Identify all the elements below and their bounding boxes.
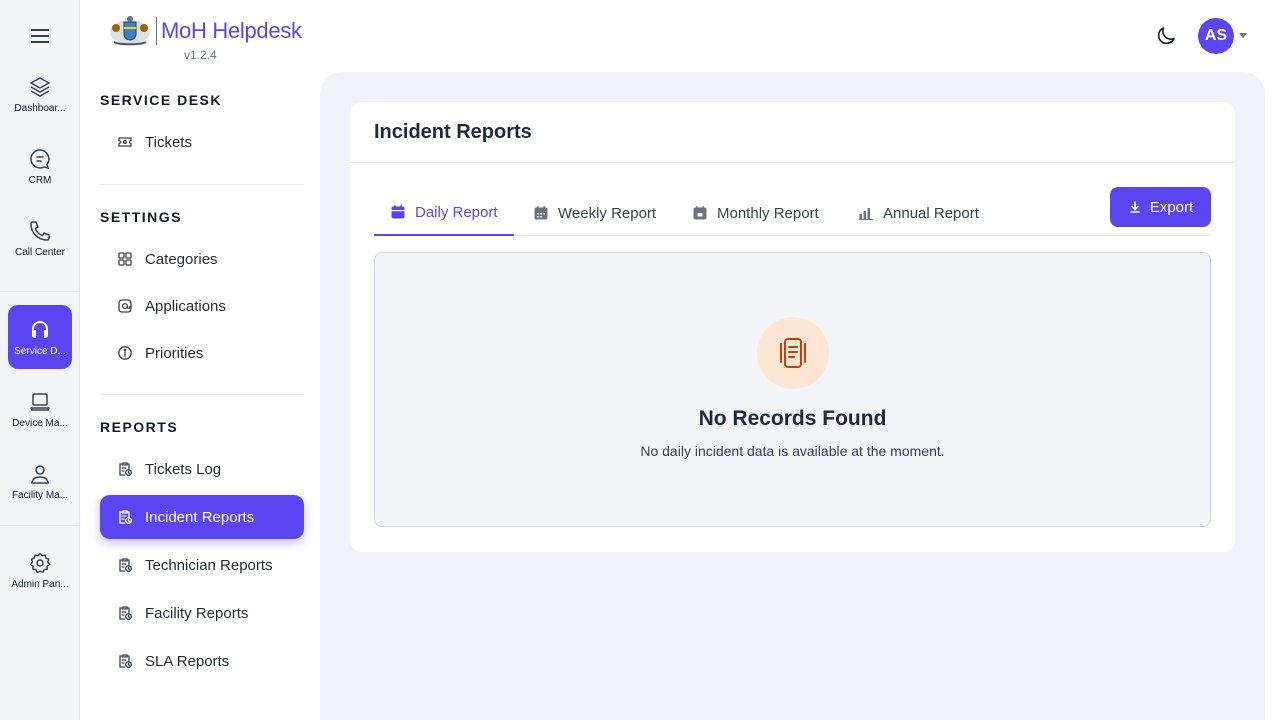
sidebar-item-categories[interactable]: Categories bbox=[100, 237, 304, 281]
sidebar-item-label: Tickets bbox=[145, 133, 192, 151]
icon-rail: Dashboar... CRM Call Center Service D...… bbox=[0, 0, 80, 720]
rail-item-facility-management[interactable]: Facility Ma... bbox=[8, 449, 72, 513]
rail-item-call-center[interactable]: Call Center bbox=[8, 206, 72, 270]
user-icon bbox=[31, 464, 49, 484]
document-list-icon bbox=[780, 338, 806, 368]
export-button[interactable]: Export bbox=[1110, 187, 1211, 227]
sidebar-item-incident-reports[interactable]: Incident Reports bbox=[100, 495, 304, 539]
rail-divider bbox=[0, 291, 80, 292]
rail-divider bbox=[0, 525, 80, 526]
headset-icon bbox=[32, 320, 48, 338]
calendar-icon bbox=[391, 205, 405, 219]
section-title-reports: REPORTS bbox=[100, 419, 179, 435]
clipboard-clock-icon bbox=[119, 510, 132, 524]
bar-chart-icon bbox=[859, 208, 873, 220]
rail-item-label: Admin Pan... bbox=[11, 578, 69, 590]
applications-icon bbox=[118, 299, 132, 313]
export-button-label: Export bbox=[1149, 198, 1194, 216]
sidebar-item-priorities[interactable]: Priorities bbox=[100, 331, 304, 375]
empty-state-message: No daily incident data is available at t… bbox=[640, 443, 945, 459]
rail-item-label: Facility Ma... bbox=[11, 489, 69, 501]
page-title: Incident Reports bbox=[374, 121, 532, 143]
sidebar-divider bbox=[100, 394, 304, 395]
logo-separator bbox=[156, 17, 157, 45]
empty-state-icon-badge bbox=[757, 317, 829, 389]
main-content: Incident Reports Daily Report Weekly Rep… bbox=[320, 72, 1265, 720]
empty-state-title: No Records Found bbox=[698, 407, 887, 430]
tab-daily-report[interactable]: Daily Report bbox=[374, 190, 514, 236]
report-tabs: Daily Report Weekly Report Monthly Repor… bbox=[374, 190, 1211, 236]
gear-icon bbox=[29, 552, 51, 573]
ticket-icon bbox=[118, 137, 132, 147]
rail-item-label: Service D... bbox=[14, 345, 66, 357]
hamburger-menu-icon[interactable] bbox=[28, 24, 52, 48]
sidebar-item-technician-reports[interactable]: Technician Reports bbox=[100, 543, 304, 587]
clipboard-clock-icon bbox=[119, 558, 132, 572]
tab-label: Annual Report bbox=[883, 204, 979, 222]
tab-label: Monthly Report bbox=[717, 204, 819, 222]
user-menu-caret-icon[interactable] bbox=[1239, 33, 1247, 38]
sidebar-item-facility-reports[interactable]: Facility Reports bbox=[100, 591, 304, 635]
sidebar-item-label: SLA Reports bbox=[145, 652, 230, 670]
secondary-sidebar: MoH Helpdesk v1.2.4 SERVICE DESK Tickets… bbox=[80, 0, 320, 720]
sidebar-item-tickets-log[interactable]: Tickets Log bbox=[100, 447, 304, 491]
calendar-month-icon bbox=[693, 206, 707, 220]
app-version: v1.2.4 bbox=[184, 48, 217, 62]
brand-name: MoH Helpdesk bbox=[161, 18, 302, 43]
rail-item-label: Device Ma... bbox=[12, 417, 68, 429]
sidebar-item-sla-reports[interactable]: SLA Reports bbox=[100, 639, 304, 683]
rail-item-device-management[interactable]: Device Ma... bbox=[8, 377, 72, 441]
card-header-divider bbox=[350, 162, 1235, 163]
tab-label: Weekly Report bbox=[558, 204, 657, 222]
user-avatar[interactable]: AS bbox=[1198, 18, 1234, 54]
calendar-week-icon bbox=[534, 206, 548, 220]
coat-of-arms-icon bbox=[110, 16, 150, 46]
sidebar-item-applications[interactable]: Applications bbox=[100, 284, 304, 328]
section-title-settings: SETTINGS bbox=[100, 209, 183, 225]
sidebar-item-label: Categories bbox=[145, 250, 218, 268]
empty-state: No Records Found No daily incident data … bbox=[374, 252, 1211, 527]
theme-toggle-moon-icon[interactable] bbox=[1154, 24, 1178, 48]
clipboard-clock-icon bbox=[119, 606, 132, 620]
rail-item-admin-panel[interactable]: Admin Pan... bbox=[8, 538, 72, 602]
sidebar-item-label: Tickets Log bbox=[145, 460, 222, 478]
sidebar-item-label: Facility Reports bbox=[145, 604, 249, 622]
crm-chat-icon bbox=[30, 148, 50, 169]
tab-weekly-report[interactable]: Weekly Report bbox=[517, 190, 672, 236]
rail-item-service-desk[interactable]: Service D... bbox=[8, 305, 72, 369]
layers-icon bbox=[30, 76, 50, 97]
sidebar-item-label: Priorities bbox=[145, 344, 204, 362]
tab-label: Daily Report bbox=[415, 203, 498, 221]
download-icon bbox=[1130, 201, 1140, 213]
info-icon bbox=[118, 346, 132, 360]
sidebar-divider bbox=[100, 184, 304, 185]
sidebar-item-label: Applications bbox=[145, 297, 226, 315]
grid-icon bbox=[118, 252, 132, 266]
section-title-service-desk: SERVICE DESK bbox=[100, 92, 222, 108]
rail-item-label: Call Center bbox=[14, 246, 66, 258]
tab-monthly-report[interactable]: Monthly Report bbox=[676, 190, 835, 236]
tab-annual-report[interactable]: Annual Report bbox=[842, 190, 995, 236]
rail-item-label: Dashboar... bbox=[14, 102, 66, 114]
rail-item-crm[interactable]: CRM bbox=[8, 134, 72, 198]
phone-icon bbox=[30, 220, 50, 241]
sidebar-item-label: Technician Reports bbox=[145, 556, 273, 574]
rail-item-label: CRM bbox=[28, 174, 52, 186]
sidebar-item-label: Incident Reports bbox=[145, 508, 255, 526]
clipboard-clock-icon bbox=[119, 654, 132, 668]
brand-logo[interactable]: MoH Helpdesk bbox=[108, 14, 302, 48]
incident-reports-card: Incident Reports Daily Report Weekly Rep… bbox=[350, 102, 1235, 552]
laptop-icon bbox=[30, 392, 50, 411]
clipboard-clock-icon bbox=[119, 462, 132, 476]
rail-item-dashboard[interactable]: Dashboar... bbox=[8, 62, 72, 126]
sidebar-item-tickets[interactable]: Tickets bbox=[100, 120, 304, 164]
